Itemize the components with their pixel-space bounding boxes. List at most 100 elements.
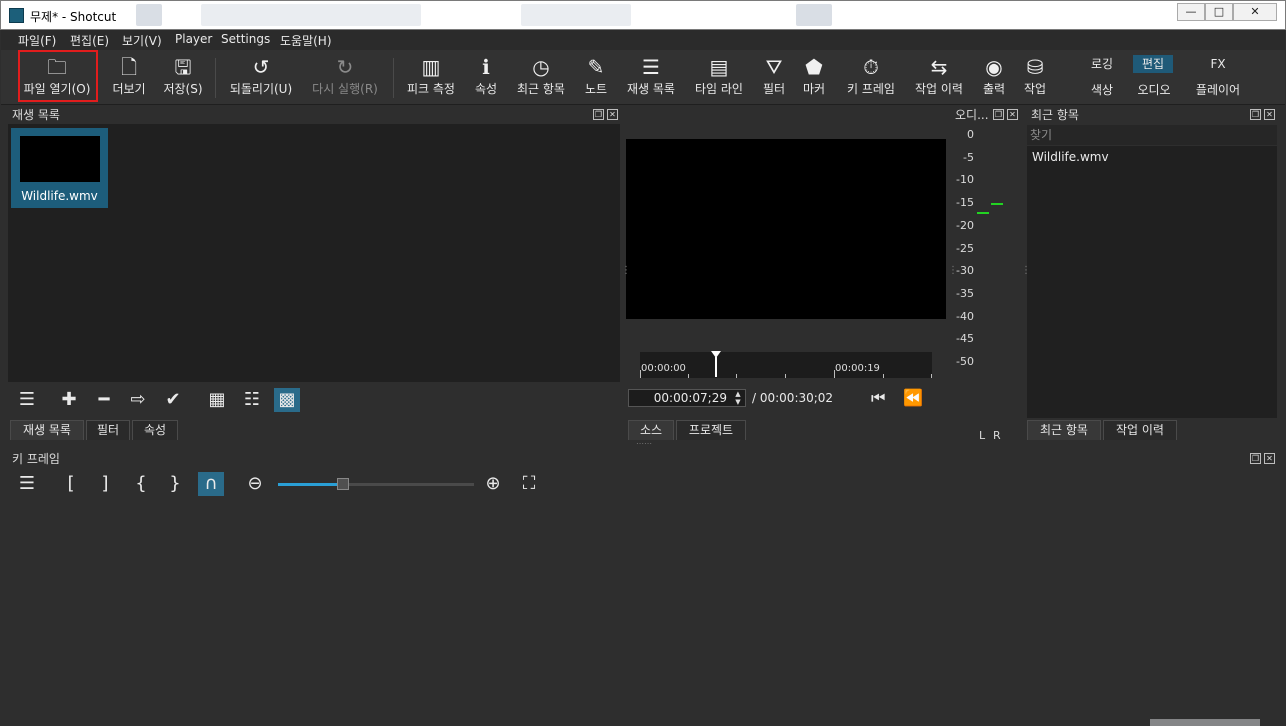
close-icon[interactable]: ✕	[1264, 109, 1275, 120]
main-toolbar: 🗀 파일 열기(O) 🗋 더보기 🖫 저장(S) ↺ 되돌리기(U) ↻ 다시 …	[1, 50, 1285, 105]
list-view-icon[interactable]: ☷	[239, 388, 265, 412]
more-button[interactable]: 🗋 더보기	[106, 54, 152, 102]
toolbar-separator	[393, 58, 394, 98]
close-icon[interactable]: ✕	[1007, 109, 1018, 120]
video-preview[interactable]	[626, 139, 946, 319]
tab-filters[interactable]: 필터	[86, 420, 130, 440]
tab-project[interactable]: 프로젝트	[676, 420, 746, 440]
menu-help[interactable]: 도움말(H)	[280, 32, 332, 49]
splitter-handle[interactable]: ⋮	[621, 265, 631, 276]
properties-button[interactable]: ℹ 속성	[471, 54, 501, 102]
keyframes-button[interactable]: ⏱ 키 프레임	[841, 54, 901, 102]
blurred-taskbar-region	[521, 4, 631, 26]
zoom-out-icon[interactable]: ⊖	[242, 472, 268, 496]
splitter-handle[interactable]: ⋯⋯	[636, 439, 652, 448]
export-button[interactable]: ◉ 출력	[979, 54, 1009, 102]
menu-icon[interactable]: ☰	[14, 472, 40, 496]
close-button[interactable]: ✕	[1233, 3, 1277, 21]
tab-properties[interactable]: 속성	[132, 420, 178, 440]
recent-button[interactable]: ◷ 최근 항목	[513, 54, 569, 102]
float-icon[interactable]: ❐	[1250, 109, 1261, 120]
tab-source[interactable]: 소스	[628, 420, 674, 440]
meter-scale-label: 0	[967, 128, 974, 141]
floppy-icon: 🖫	[174, 55, 192, 79]
playlist-toolbar: ☰ ✚ ━ ⇨ ✔ ▦ ☷ ▩	[8, 384, 620, 414]
ruler-tick	[688, 374, 689, 378]
set-filter-start-icon[interactable]: [	[58, 472, 84, 496]
redo-icon: ↻	[336, 55, 354, 79]
player-tabs: 소스 프로젝트	[626, 420, 826, 440]
layout-audio-button[interactable]: 오디오	[1131, 81, 1177, 99]
timeline-button[interactable]: ▤ 타임 라인	[690, 54, 748, 102]
zoom-slider-handle[interactable]	[336, 478, 349, 490]
player-scrub-ruler[interactable]: 00:00:00 00:00:19	[640, 352, 932, 378]
jobs-button[interactable]: ⛁ 작업	[1020, 54, 1050, 102]
float-icon[interactable]: ❐	[993, 109, 1004, 120]
set-filter-end-icon[interactable]: ]	[92, 472, 118, 496]
notes-button[interactable]: ✎ 노트	[581, 54, 611, 102]
ruler-start-time: 00:00:00	[641, 363, 686, 374]
rewind-icon[interactable]: ⏪	[903, 388, 923, 407]
check-icon[interactable]: ✔	[160, 388, 186, 412]
playlist-button[interactable]: ☰ 재생 목록	[622, 54, 680, 102]
undo-icon: ↺	[252, 55, 270, 79]
close-icon[interactable]: ✕	[607, 109, 618, 120]
layout-editing-button[interactable]: 편집	[1133, 55, 1173, 73]
recent-search-input[interactable]: 찾기	[1027, 125, 1277, 145]
database-icon: ⛁	[1026, 55, 1044, 79]
float-icon[interactable]: ❐	[593, 109, 604, 120]
save-button[interactable]: 🖫 저장(S)	[159, 54, 207, 102]
remove-icon[interactable]: ━	[91, 388, 117, 412]
skip-previous-icon[interactable]: ⏮	[871, 388, 885, 408]
layout-fx-button[interactable]: FX	[1199, 55, 1237, 73]
float-icon[interactable]: ❐	[1250, 453, 1261, 464]
menu-settings[interactable]: Settings	[221, 32, 270, 46]
peak-meter-button[interactable]: ▥ 피크 측정	[403, 54, 459, 102]
add-icon[interactable]: ✚	[56, 388, 82, 412]
toolbar-separator	[215, 58, 216, 98]
meter-scale-label: -15	[956, 196, 974, 210]
redo-button[interactable]: ↻ 다시 실행(R)	[307, 54, 383, 102]
ruler-mark-time: 00:00:19	[835, 363, 880, 374]
menu-icon[interactable]: ☰	[14, 388, 40, 412]
zoom-fit-icon[interactable]: ⛶	[516, 472, 542, 496]
keyframes-area[interactable]	[8, 500, 1277, 718]
peak-meter-icon: ▥	[421, 55, 441, 79]
markers-button[interactable]: ⬟ 마커	[799, 54, 829, 102]
clip-name: Wildlife.wmv	[21, 189, 98, 203]
details-view-icon[interactable]: ▦	[204, 388, 230, 412]
tab-history[interactable]: 작업 이력	[1103, 420, 1177, 440]
menu-view[interactable]: 보기(V)	[122, 32, 162, 49]
recent-list[interactable]: Wildlife.wmv	[1027, 146, 1277, 418]
playhead[interactable]	[711, 351, 721, 377]
zoom-in-icon[interactable]: ⊕	[480, 472, 506, 496]
current-timecode-input[interactable]: 00:00:07;29	[628, 389, 746, 407]
update-icon[interactable]: ⇨	[125, 388, 151, 412]
recent-item[interactable]: Wildlife.wmv	[1032, 150, 1109, 164]
undo-button[interactable]: ↺ 되돌리기(U)	[225, 54, 297, 102]
layout-logging-button[interactable]: 로깅	[1083, 55, 1121, 73]
menu-edit[interactable]: 편집(E)	[70, 32, 109, 49]
close-icon[interactable]: ✕	[1264, 453, 1275, 464]
stopwatch-icon: ⏱	[863, 55, 879, 79]
filters-button[interactable]: ⛛ 필터	[759, 54, 789, 102]
window-title: 무제* - Shotcut	[30, 10, 117, 24]
menu-player[interactable]: Player	[175, 32, 212, 46]
tab-recent[interactable]: 최근 항목	[1027, 420, 1101, 440]
clip-thumbnail	[20, 136, 100, 182]
playlist-clip[interactable]: Wildlife.wmv	[11, 128, 108, 208]
minimize-button[interactable]: —	[1177, 3, 1205, 21]
playlist-tabs: 재생 목록 필터 속성	[8, 420, 308, 440]
maximize-button[interactable]: □	[1205, 3, 1233, 21]
menu-file[interactable]: 파일(F)	[18, 32, 56, 49]
snap-magnet-icon[interactable]: ∩	[198, 472, 224, 496]
timecode-spinner[interactable]: ▲ ▼	[732, 390, 744, 406]
set-second-simple-keyframe-icon[interactable]: }	[162, 472, 188, 496]
history-button[interactable]: ⇆ 작업 이력	[910, 54, 968, 102]
layout-color-button[interactable]: 색상	[1083, 81, 1121, 99]
layout-player-button[interactable]: 플레이어	[1187, 81, 1249, 99]
tab-playlist[interactable]: 재생 목록	[10, 420, 84, 440]
meter-scale-label: -40	[956, 309, 974, 323]
set-first-simple-keyframe-icon[interactable]: {	[128, 472, 154, 496]
grid-view-icon[interactable]: ▩	[274, 388, 300, 412]
